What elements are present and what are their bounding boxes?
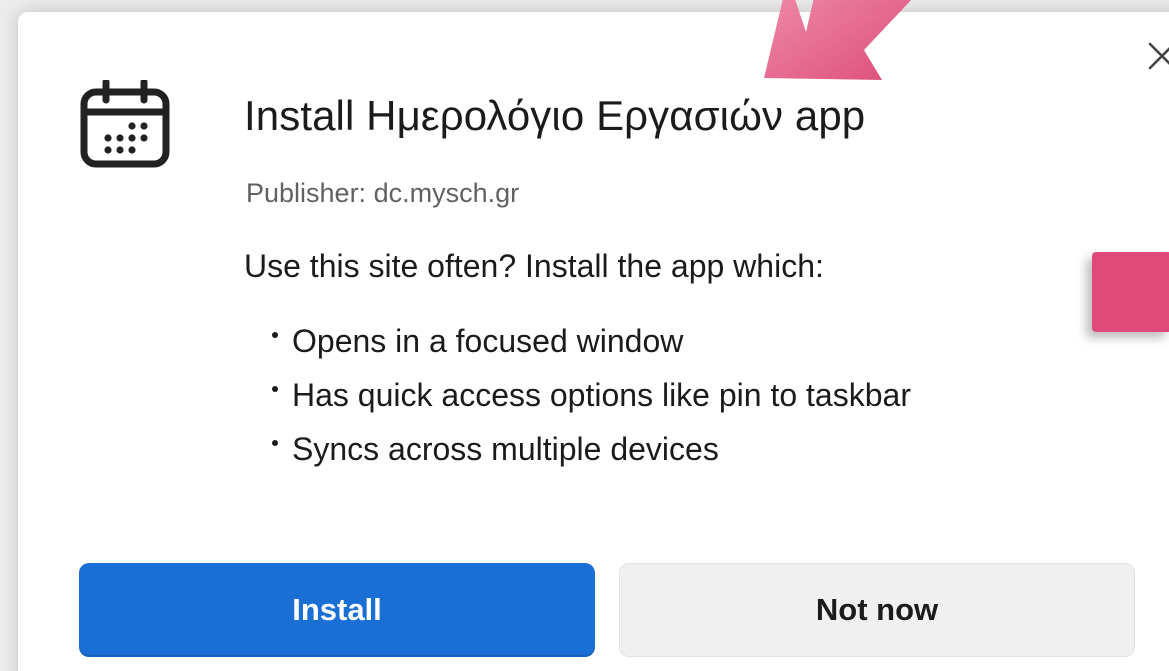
bullet-icon <box>272 332 278 338</box>
calendar-icon <box>80 80 170 168</box>
not-now-button[interactable]: Not now <box>619 563 1135 657</box>
bullet-icon <box>272 440 278 446</box>
feature-item: Has quick access options like pin to tas… <box>272 368 911 422</box>
close-button[interactable] <box>1138 32 1169 80</box>
install-app-dialog: Install Ημερολόγιο Εργασιών app Publishe… <box>18 12 1169 671</box>
annotation-block <box>1092 252 1169 332</box>
screenshot-stage: Install Ημερολόγιο Εργασιών app Publishe… <box>0 0 1169 671</box>
feature-item: Opens in a focused window <box>272 314 911 368</box>
close-icon <box>1148 42 1169 70</box>
feature-text: Syncs across multiple devices <box>292 431 719 467</box>
feature-text: Has quick access options like pin to tas… <box>292 377 911 413</box>
feature-item: Syncs across multiple devices <box>272 422 911 476</box>
feature-list: Opens in a focused window Has quick acce… <box>272 314 911 476</box>
install-button[interactable]: Install <box>79 563 595 657</box>
intro-text: Use this site often? Install the app whi… <box>244 248 824 284</box>
feature-text: Opens in a focused window <box>292 323 684 359</box>
publisher-label: Publisher: dc.mysch.gr <box>246 178 520 208</box>
bullet-icon <box>272 386 278 392</box>
annotation-arrow-icon <box>764 0 912 80</box>
